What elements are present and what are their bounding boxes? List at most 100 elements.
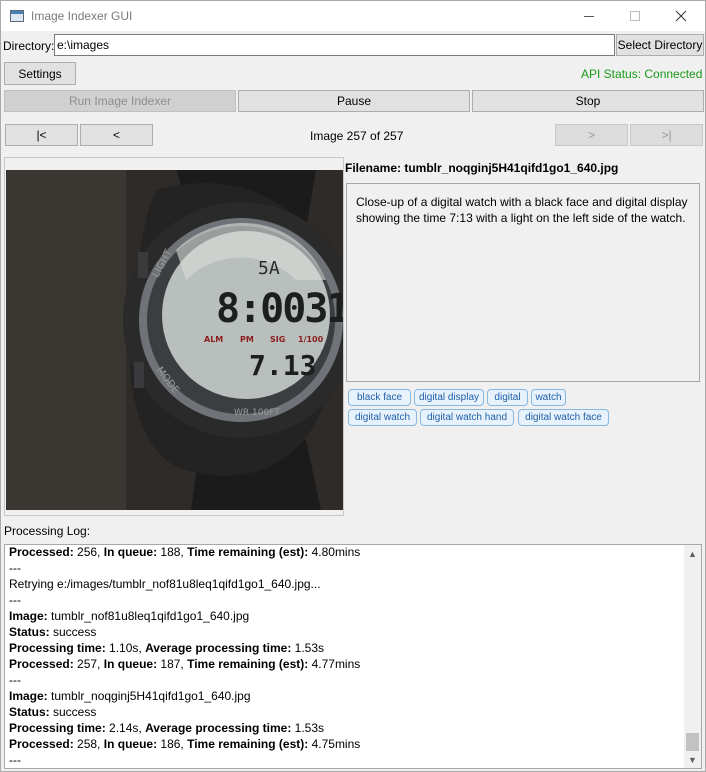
log-lines: Processed: 256, In queue: 188, Time rema… <box>9 545 685 768</box>
prev-image-button[interactable]: < <box>80 124 153 146</box>
watch-photo: 5A 8:0031 ALM PM SIG 1/100 7.13 LIGHT MO… <box>6 170 343 510</box>
run-indexer-button[interactable]: Run Image Indexer <box>4 90 236 112</box>
log-line: --- <box>9 592 685 608</box>
watch-sig-label: SIG <box>270 335 285 344</box>
close-button[interactable] <box>658 1 704 31</box>
watch-bottom-text: 7.13 <box>249 349 316 382</box>
processing-log[interactable]: Processed: 256, In queue: 188, Time rema… <box>4 544 702 769</box>
log-line: Processed: 257, In queue: 187, Time rema… <box>9 656 685 672</box>
select-directory-button[interactable]: Select Directory <box>616 34 704 56</box>
log-value: 2.14s, <box>105 721 146 735</box>
log-key: Processed: <box>9 657 74 671</box>
image-panel: 5A 8:0031 ALM PM SIG 1/100 7.13 LIGHT MO… <box>4 157 344 516</box>
watch-top-text: 5A <box>258 258 280 279</box>
tag-chip[interactable]: digital <box>487 389 528 406</box>
log-line: --- <box>9 672 685 688</box>
watch-time-text: 8:0031 <box>216 286 343 332</box>
directory-input[interactable]: e:\images <box>54 34 615 56</box>
log-value: 188, <box>157 545 188 559</box>
scroll-up-icon[interactable]: ▲ <box>684 545 701 562</box>
log-value: 4.80mins <box>308 545 361 559</box>
log-value: tumblr_nof81u8leq1qifd1go1_640.jpg <box>47 609 250 623</box>
log-value: --- <box>9 673 21 687</box>
directory-label: Directory: <box>3 39 55 53</box>
window-title: Image Indexer GUI <box>31 9 133 23</box>
log-key: Time remaining (est): <box>187 545 309 559</box>
log-key: Image: <box>9 609 48 623</box>
log-key: Time remaining (est): <box>187 737 309 751</box>
log-value: 187, <box>157 657 188 671</box>
log-line: Retrying e:/images/tumblr_nof81u8leq1qif… <box>9 576 685 592</box>
watch-illustration: 5A 8:0031 ALM PM SIG 1/100 7.13 LIGHT MO… <box>6 170 343 510</box>
app-window: Image Indexer GUI Directory: e:\images S… <box>0 0 706 772</box>
close-icon <box>675 10 687 22</box>
log-line: Processing time: 2.14s, Average processi… <box>9 720 685 736</box>
log-value: 1.10s, <box>105 641 146 655</box>
api-status: API Status: Connected <box>581 67 703 81</box>
log-value: success <box>49 705 97 719</box>
log-key: Processing time: <box>9 641 106 655</box>
tag-chip[interactable]: digital watch hand <box>420 409 514 426</box>
log-value: 258, <box>73 737 104 751</box>
log-key: Average processing time: <box>145 721 292 735</box>
log-value: 186, <box>157 737 188 751</box>
log-value: tumblr_noqginj5H41qifd1go1_640.jpg <box>47 689 251 703</box>
log-line: Processed: 258, In queue: 186, Time rema… <box>9 736 685 752</box>
pause-button[interactable]: Pause <box>238 90 470 112</box>
log-key: Processing time: <box>9 721 106 735</box>
stop-button[interactable]: Stop <box>472 90 704 112</box>
title-bar: Image Indexer GUI <box>1 1 705 31</box>
watch-pm-label: PM <box>240 335 254 344</box>
log-value: success <box>49 625 97 639</box>
log-value: --- <box>9 753 21 767</box>
last-image-button[interactable]: >| <box>630 124 703 146</box>
log-key: Processed: <box>9 737 74 751</box>
maximize-button[interactable] <box>612 1 658 31</box>
watch-alm-label: ALM <box>204 335 223 344</box>
log-value: 1.53s <box>291 641 325 655</box>
log-key: Time remaining (est): <box>187 657 309 671</box>
log-line: --- <box>9 560 685 576</box>
log-value: 1.53s <box>291 721 325 735</box>
minimize-button[interactable] <box>566 1 612 31</box>
first-image-button[interactable]: |< <box>5 124 78 146</box>
tag-chip[interactable]: digital watch face <box>518 409 609 426</box>
app-icon <box>9 8 25 24</box>
maximize-icon <box>630 11 640 21</box>
log-key: Status: <box>9 705 50 719</box>
description-box[interactable]: Close-up of a digital watch with a black… <box>346 183 700 382</box>
log-line: Status: success <box>9 704 685 720</box>
log-key: Average processing time: <box>145 641 292 655</box>
log-line: Image: tumblr_noqginj5H41qifd1go1_640.jp… <box>9 688 685 704</box>
log-value: 4.77mins <box>308 657 361 671</box>
log-value: Retrying e:/images/tumblr_nof81u8leq1qif… <box>9 577 321 591</box>
log-value: --- <box>9 593 21 607</box>
log-line: Processing time: 1.10s, Average processi… <box>9 640 685 656</box>
log-key: In queue: <box>103 737 158 751</box>
log-value: 256, <box>73 545 104 559</box>
tag-chip[interactable]: digital display <box>414 389 484 406</box>
log-line: Processed: 256, In queue: 188, Time rema… <box>9 545 685 560</box>
log-scrollbar[interactable]: ▲ ▼ <box>684 545 701 768</box>
processing-log-label: Processing Log: <box>4 524 91 538</box>
watch-hundredths-label: 1/100 <box>298 335 324 344</box>
log-key: Status: <box>9 625 50 639</box>
scroll-thumb[interactable] <box>686 733 699 751</box>
log-value: 257, <box>73 657 104 671</box>
log-value: 4.75mins <box>308 737 361 751</box>
tag-chip[interactable]: digital watch <box>348 409 417 426</box>
filename-label: Filename: tumblr_noqginj5H41qifd1go1_640… <box>345 161 619 175</box>
minimize-icon <box>584 15 594 17</box>
log-key: Processed: <box>9 545 74 559</box>
log-line: Image: tumblr_nof81u8leq1qifd1go1_640.jp… <box>9 608 685 624</box>
image-counter: Image 257 of 257 <box>310 129 404 143</box>
log-key: In queue: <box>103 545 158 559</box>
tag-chip[interactable]: watch <box>531 389 566 406</box>
log-key: In queue: <box>103 657 158 671</box>
settings-button[interactable]: Settings <box>4 62 76 85</box>
next-image-button[interactable]: > <box>555 124 628 146</box>
log-line: Status: success <box>9 624 685 640</box>
scroll-down-icon[interactable]: ▼ <box>684 751 701 768</box>
tag-chip[interactable]: black face <box>348 389 411 406</box>
log-line: --- <box>9 752 685 768</box>
